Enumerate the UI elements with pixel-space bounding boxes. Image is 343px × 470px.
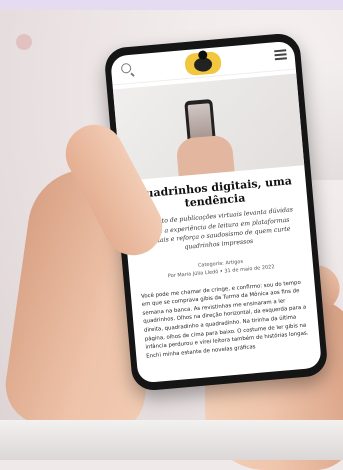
article-meta: Categoria: Artigos Por Maria Júlia Lledó… <box>136 252 305 283</box>
article: Quadrinhos digitais, uma tendência Aumen… <box>121 165 320 362</box>
background-decoration <box>16 34 32 50</box>
top-accent-stripe <box>0 0 343 10</box>
hero-hand-illustration <box>175 134 235 177</box>
article-body: Você pode me chamar de cringe, e confirm… <box>140 279 309 360</box>
sleeve <box>0 420 343 460</box>
search-icon[interactable] <box>120 62 132 74</box>
hamburger-menu-icon[interactable] <box>274 49 287 60</box>
article-hero-image <box>112 73 305 182</box>
